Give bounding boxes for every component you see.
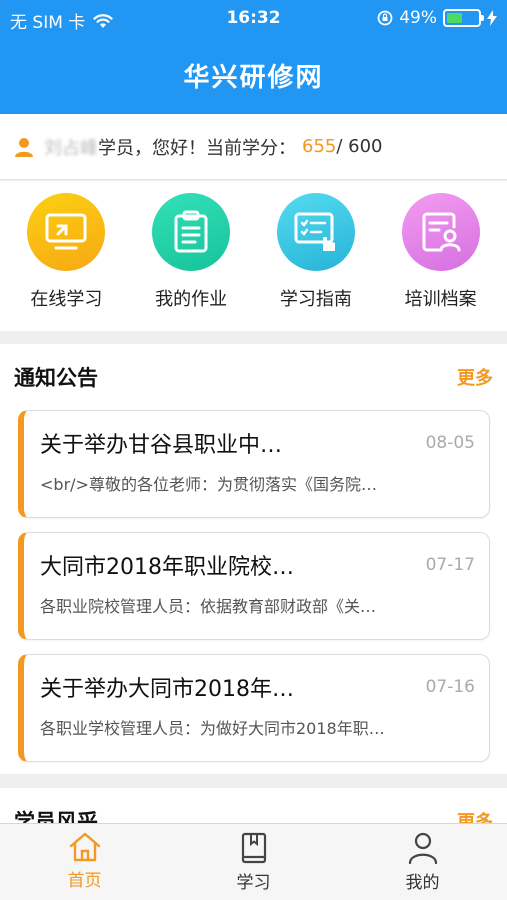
clipboard-icon	[174, 210, 208, 253]
battery-percent: 49%	[399, 8, 437, 28]
notice-section: 通知公告 更多 关于举办甘谷县职业中… 08-05 <br/>尊敬的各位老师：为…	[0, 344, 507, 774]
notice-header: 通知公告 更多	[0, 344, 507, 410]
shortcut-study-guide[interactable]: 学习指南	[261, 193, 371, 331]
shortcut-label: 我的作业	[155, 289, 228, 310]
tab-label: 我的	[405, 873, 440, 893]
notice-item-date: 07-16	[425, 677, 475, 697]
notice-item-title: 关于举办大同市2018年…	[40, 677, 294, 702]
current-score: 655	[302, 136, 337, 157]
charging-icon	[487, 10, 497, 26]
shortcut-icon-bg	[276, 193, 355, 271]
shortcut-icon-bg	[401, 193, 480, 271]
greeting-text: 学员，您好！当前学分：	[98, 137, 296, 159]
person-icon	[408, 832, 437, 864]
shortcut-label: 在线学习	[30, 289, 103, 310]
user-info-bar: 刘占峰 学员，您好！当前学分： 655 / 600	[0, 114, 507, 180]
notice-item-title: 大同市2018年职业院校…	[40, 555, 294, 580]
profile-icon	[422, 212, 461, 252]
shortcut-online-study[interactable]: 在线学习	[11, 193, 121, 331]
orientation-lock-icon	[377, 10, 393, 26]
notice-item[interactable]: 关于举办甘谷县职业中… 08-05 <br/>尊敬的各位老师：为贯彻落实《国务院…	[18, 410, 490, 518]
bottom-tab-bar: 首页 学习 我的	[0, 823, 507, 900]
tab-label: 首页	[67, 871, 102, 891]
battery-icon	[443, 9, 484, 27]
app-title: 华兴研修网	[183, 62, 324, 93]
shortcut-my-homework[interactable]: 我的作业	[136, 193, 246, 331]
notice-item-title: 关于举办甘谷县职业中…	[40, 433, 283, 458]
notice-title: 通知公告	[14, 366, 98, 390]
battery-group: 49%	[377, 8, 497, 28]
student-showcase-header: 学员风采 更多	[0, 788, 507, 828]
tab-mine[interactable]: 我的	[363, 824, 483, 900]
notice-item-date: 07-17	[425, 555, 475, 575]
notice-item-date: 08-05	[425, 433, 475, 453]
notice-item-summary: <br/>尊敬的各位老师：为贯彻落实《国务院…	[40, 475, 377, 494]
user-icon	[15, 137, 33, 157]
status-bar: 无 SIM 卡 16:32 49%	[0, 0, 507, 36]
shortcut-icon-bg	[27, 193, 106, 271]
score-total: / 600	[336, 136, 383, 157]
notice-item[interactable]: 大同市2018年职业院校… 07-17 各职业院校管理人员：依据教育部财政部《关…	[18, 532, 490, 640]
shortcut-grid: 在线学习 我的作业 学习指南 培训档案	[0, 181, 507, 331]
home-icon	[69, 832, 100, 862]
book-icon	[241, 832, 266, 864]
shortcut-label: 培训档案	[404, 289, 477, 310]
shortcut-icon-bg	[152, 193, 231, 271]
notice-more-link[interactable]: 更多	[457, 364, 493, 390]
notice-item-summary: 各职业学校管理人员：为做好大同市2018年职…	[40, 719, 385, 738]
student-showcase-section: 学员风采 更多	[0, 788, 507, 828]
tab-label: 学习	[236, 873, 271, 893]
tab-home[interactable]: 首页	[25, 824, 145, 900]
notice-item[interactable]: 关于举办大同市2018年… 07-16 各职业学校管理人员：为做好大同市2018…	[18, 654, 490, 762]
guide-icon	[294, 212, 335, 251]
shortcut-label: 学习指南	[279, 289, 352, 310]
nav-bar: 华兴研修网	[0, 36, 507, 114]
user-name: 刘占峰	[44, 137, 98, 159]
notice-item-summary: 各职业院校管理人员：依据教育部财政部《关…	[40, 597, 377, 616]
tab-study[interactable]: 学习	[194, 824, 314, 900]
shortcut-training-archive[interactable]: 培训档案	[386, 193, 496, 331]
monitor-icon	[45, 213, 87, 250]
